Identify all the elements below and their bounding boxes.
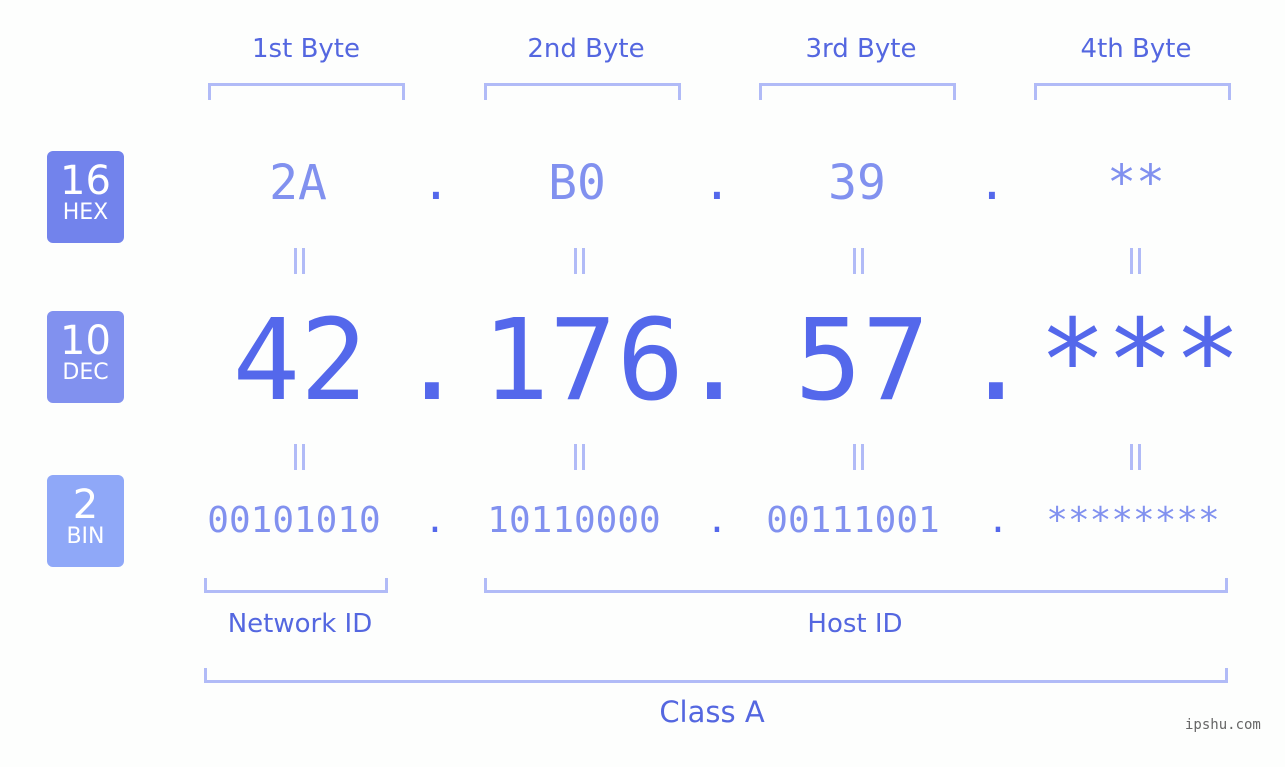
host-id-label: Host ID — [807, 609, 903, 639]
bin-dot-3: . — [987, 500, 1009, 541]
equals-icon — [280, 440, 320, 474]
equals-icon — [280, 244, 320, 278]
bracket-host-id — [484, 578, 1228, 593]
hex-dot-3: . — [977, 155, 1007, 211]
bracket-class — [204, 668, 1228, 683]
equals-icon — [1116, 440, 1156, 474]
watermark: ipshu.com — [1185, 717, 1261, 733]
hex-dot-1: . — [421, 155, 451, 211]
equals-icon — [560, 440, 600, 474]
badge-bin-label: BIN — [66, 524, 105, 549]
dec-dot-3: . — [962, 296, 1030, 426]
bin-dot-2: . — [706, 500, 728, 541]
bracket-network-id — [204, 578, 388, 593]
badge-bin-base: 2 — [72, 482, 99, 528]
class-label: Class A — [659, 695, 765, 729]
badge-dec: 10 DEC — [47, 311, 124, 403]
badge-hex-label: HEX — [62, 200, 109, 225]
header-byte-1: 1st Byte — [252, 34, 360, 64]
network-id-label: Network ID — [227, 609, 373, 639]
badge-dec-base: 10 — [60, 318, 111, 364]
equals-icon — [839, 244, 879, 278]
bracket-byte-2 — [484, 83, 681, 100]
equals-icon — [839, 440, 879, 474]
header-byte-3: 3rd Byte — [805, 34, 917, 64]
hex-dot-2: . — [702, 155, 732, 211]
header-byte-2: 2nd Byte — [527, 34, 645, 64]
badge-hex-base: 16 — [60, 158, 111, 204]
dec-dot-1: . — [398, 296, 466, 426]
equals-icon — [560, 244, 600, 278]
bracket-byte-1 — [208, 83, 405, 100]
equals-icon — [1116, 244, 1156, 278]
badge-hex: 16 HEX — [47, 151, 124, 243]
badge-bin: 2 BIN — [47, 475, 124, 567]
dec-dot-2: . — [680, 296, 748, 426]
badge-dec-label: DEC — [62, 360, 109, 385]
bin-dot-1: . — [424, 500, 446, 541]
bracket-byte-4 — [1034, 83, 1231, 100]
bracket-byte-3 — [759, 83, 956, 100]
header-byte-4: 4th Byte — [1080, 34, 1192, 64]
